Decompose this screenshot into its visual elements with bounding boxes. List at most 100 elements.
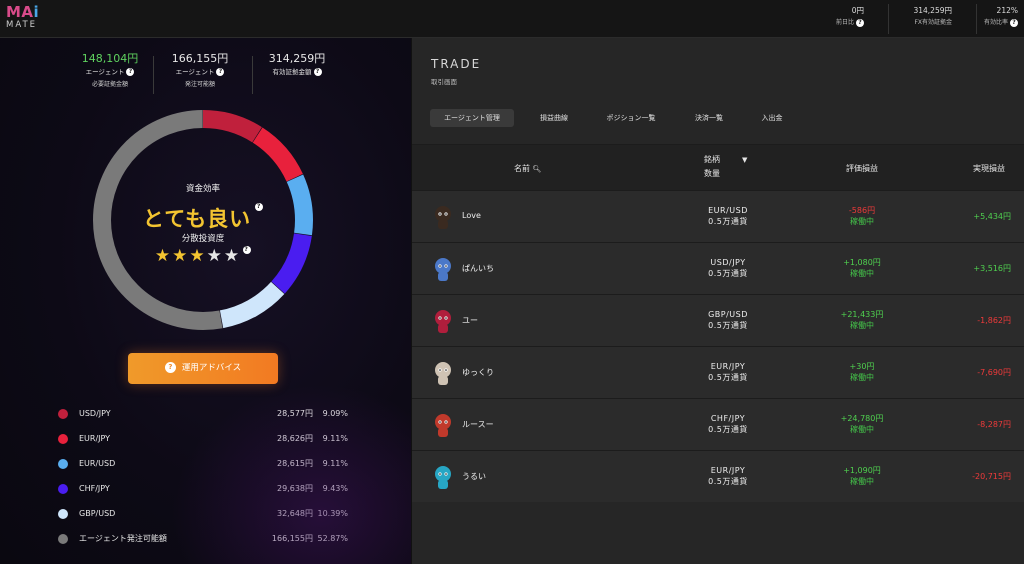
tab-settlements[interactable]: 決済一覧 bbox=[684, 109, 734, 127]
legend-item: EUR/USD 28,615円 9.11% bbox=[58, 459, 358, 484]
agent-row[interactable]: Love EUR/USD 0.5万通貨 -586円 稼働中 +5,434円 bbox=[412, 190, 1024, 242]
agent-name: Love bbox=[462, 211, 481, 220]
star-filled-icons: ★★★ bbox=[154, 246, 207, 266]
orderable-sublabel: 発注可能額 bbox=[184, 81, 215, 88]
agent-realized-pnl: -20,715円 bbox=[972, 472, 1011, 481]
agent-eval-pnl: +30円 稼働中 bbox=[792, 361, 932, 383]
legend-item: EUR/JPY 28,626円 9.11% bbox=[58, 434, 358, 459]
help-icon[interactable]: ? bbox=[856, 18, 864, 27]
required-margin-label: エージェント bbox=[85, 68, 125, 76]
efficiency-center: 資金効率 とても良い? 分散投資度 ★★★★★? bbox=[92, 109, 314, 331]
agent-name: ゆっくり bbox=[462, 368, 494, 377]
legend-percent: 10.39% bbox=[317, 509, 348, 518]
agent-row[interactable]: ルースー CHF/JPY 0.5万通貨 +24,780円 稼働中 -8,287円 bbox=[412, 398, 1024, 450]
eval-pnl-value: +21,433円 bbox=[840, 310, 884, 319]
legend-amount: 28,626円 bbox=[277, 434, 313, 443]
orderable-label: エージェント bbox=[175, 68, 215, 76]
agent-status: 稼働中 bbox=[850, 217, 874, 226]
search-icon[interactable]: 🔍︎ bbox=[533, 165, 542, 173]
eval-pnl-value: +30円 bbox=[849, 362, 875, 371]
agent-quantity: 0.5万通貨 bbox=[708, 425, 748, 434]
app-logo[interactable]: MAi MATE bbox=[6, 4, 46, 31]
help-icon[interactable]: ? bbox=[1010, 18, 1018, 27]
column-eval-pnl: 評価損益 bbox=[846, 164, 878, 173]
legend-color-dot bbox=[58, 534, 68, 544]
tab-deposit-withdraw[interactable]: 入出金 bbox=[750, 109, 794, 127]
legend-item: GBP/USD 32,648円 10.39% bbox=[58, 509, 358, 534]
squirrel-avatar bbox=[435, 414, 451, 437]
portfolio-panel: 148,104円 エージェント? 必要証拠金額 166,155円 エージェント?… bbox=[0, 38, 411, 564]
tab-positions[interactable]: ポジション一覧 bbox=[595, 109, 667, 127]
header-stat-daily-change: 0円 前日比? bbox=[836, 5, 864, 28]
legend-percent: 52.87% bbox=[317, 534, 348, 543]
help-icon[interactable]: ? bbox=[243, 246, 252, 254]
agent-name: ルースー bbox=[462, 420, 494, 429]
required-margin-amount: 148,104円 bbox=[81, 52, 139, 65]
legend-percent: 9.11% bbox=[322, 459, 348, 468]
header-divider bbox=[888, 4, 889, 34]
agent-row[interactable]: うるい EUR/JPY 0.5万通貨 +1,090円 稼働中 -20,715円 bbox=[412, 450, 1024, 502]
agent-realized-pnl: +5,434円 bbox=[973, 212, 1011, 221]
agent-status: 稼働中 bbox=[850, 425, 874, 434]
equity-summary-label: 有効証拠金額 bbox=[272, 68, 312, 76]
legend-label: GBP/USD bbox=[79, 509, 116, 518]
top-bar: MAi MATE 0円 前日比? 314,259円 FX有効証拠金 212% 有… bbox=[0, 0, 1024, 38]
legend-label: EUR/JPY bbox=[79, 434, 111, 443]
tab-pnl-curve[interactable]: 損益曲線 bbox=[528, 109, 580, 127]
help-icon[interactable]: ? bbox=[126, 68, 135, 76]
agent-name: ユー bbox=[462, 316, 478, 325]
agent-symbol: GBP/USD bbox=[708, 310, 748, 319]
agent-symbol-quantity: GBP/USD 0.5万通貨 bbox=[668, 309, 788, 331]
agent-symbol-quantity: USD/JPY 0.5万通貨 bbox=[668, 257, 788, 279]
header-stat-ratio: 212% 有効比率? bbox=[984, 5, 1018, 28]
required-margin-sublabel: 必要証拠金額 bbox=[91, 81, 128, 88]
diversity-label: 分散投資度 bbox=[181, 234, 225, 244]
legend-label: エージェント発注可能額 bbox=[79, 534, 167, 543]
daily-change-label: 前日比 bbox=[835, 19, 854, 26]
operation-advice-button[interactable]: ? 運用アドバイス bbox=[128, 353, 278, 384]
page-title: TRADE bbox=[431, 57, 482, 71]
agent-symbol: EUR/JPY bbox=[710, 362, 746, 371]
help-icon[interactable]: ? bbox=[313, 68, 322, 76]
orderable-amount: 166,155円 bbox=[171, 52, 229, 65]
page-subtitle: 取引画面 bbox=[431, 78, 457, 86]
eval-pnl-value: +1,080円 bbox=[843, 258, 881, 267]
daily-change-value: 0円 bbox=[851, 6, 864, 15]
legend-color-dot bbox=[58, 459, 68, 469]
rabbit-avatar bbox=[435, 362, 451, 385]
legend-color-dot bbox=[58, 434, 68, 444]
orderable-summary: 166,155円 エージェント? 発注可能額 bbox=[158, 52, 242, 89]
ratio-label: 有効比率 bbox=[983, 19, 1008, 26]
legend-label: CHF/JPY bbox=[79, 484, 110, 493]
agent-eval-pnl: +24,780円 稼働中 bbox=[792, 413, 932, 435]
legend-percent: 9.43% bbox=[322, 484, 348, 493]
agent-row[interactable]: ぱんいち USD/JPY 0.5万通貨 +1,080円 稼働中 +3,516円 bbox=[412, 242, 1024, 294]
agent-realized-pnl: +3,516円 bbox=[973, 264, 1011, 273]
bird-avatar bbox=[435, 310, 451, 333]
column-quantity: 数量 bbox=[704, 169, 720, 178]
summary-divider bbox=[153, 56, 154, 94]
mushroom-avatar bbox=[435, 258, 451, 281]
help-icon[interactable]: ? bbox=[216, 68, 225, 76]
agent-symbol: EUR/USD bbox=[708, 206, 748, 215]
filter-icon[interactable]: ▼ bbox=[742, 155, 747, 165]
agent-name: ぱんいち bbox=[462, 264, 494, 273]
agent-symbol: CHF/JPY bbox=[710, 414, 746, 423]
agent-row[interactable]: ユー GBP/USD 0.5万通貨 +21,433円 稼働中 -1,862円 bbox=[412, 294, 1024, 346]
agent-quantity: 0.5万通貨 bbox=[708, 477, 748, 486]
agent-name: うるい bbox=[462, 472, 486, 481]
advice-button-label: 運用アドバイス bbox=[181, 363, 242, 373]
efficiency-label: 資金効率 bbox=[185, 184, 220, 194]
tab-agent-management[interactable]: エージェント管理 bbox=[430, 109, 514, 127]
legend-item: CHF/JPY 29,638円 9.43% bbox=[58, 484, 358, 509]
equity-label: FX有効証拠金 bbox=[914, 19, 952, 26]
agent-table-header: 名前 🔍︎ 銘柄 ▼ 数量 評価損益 実現損益 bbox=[412, 144, 1024, 190]
agent-row[interactable]: ゆっくり EUR/JPY 0.5万通貨 +30円 稼働中 -7,690円 bbox=[412, 346, 1024, 398]
help-icon[interactable]: ? bbox=[255, 203, 264, 211]
dragon-avatar bbox=[435, 466, 451, 489]
legend-item: エージェント発注可能額 166,155円 52.87% bbox=[58, 534, 358, 559]
column-symbol[interactable]: 銘柄 bbox=[688, 155, 736, 165]
equity-summary: 314,259円 有効証拠金額? bbox=[252, 52, 342, 77]
column-name[interactable]: 名前 🔍︎ bbox=[514, 164, 541, 174]
agent-status: 稼働中 bbox=[850, 477, 874, 486]
